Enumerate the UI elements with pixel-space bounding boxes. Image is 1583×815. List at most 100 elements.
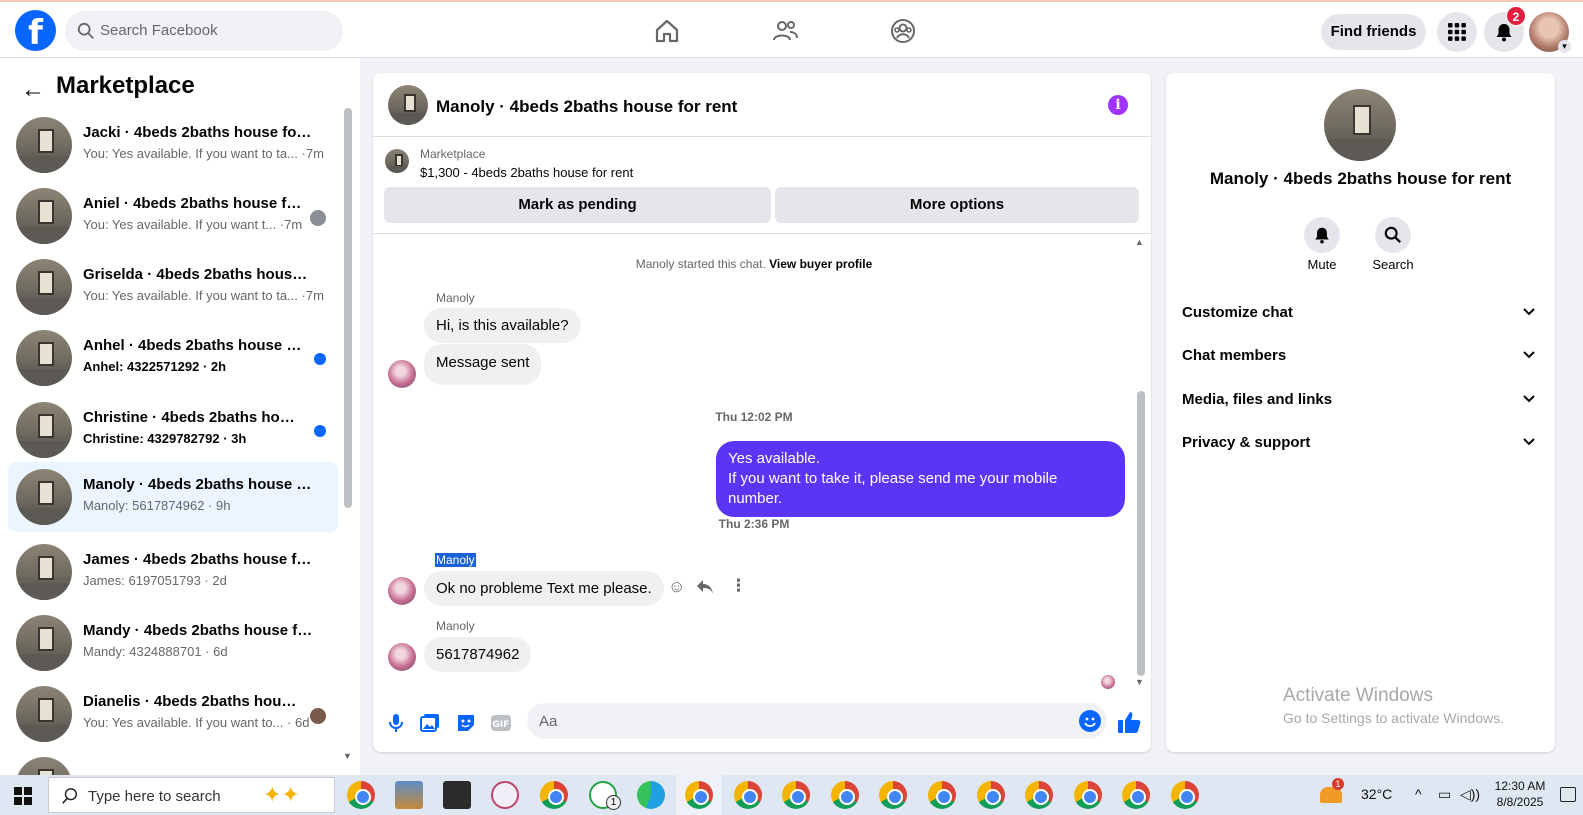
friends-icon[interactable] — [771, 17, 799, 45]
listing-thumbnail — [16, 402, 72, 458]
bell-icon — [1315, 227, 1329, 244]
incoming-message[interactable]: Hi, is this available? — [424, 308, 581, 343]
volume-icon[interactable]: ◁)) — [1460, 786, 1480, 803]
taskbar-search[interactable]: Type here to search ✦✦ — [48, 777, 335, 813]
conversation-item[interactable]: Griselda · 4beds 2baths house for rent Y… — [8, 252, 338, 322]
snipping-tool-icon[interactable] — [491, 781, 519, 809]
search-input[interactable]: Search Facebook — [100, 22, 218, 39]
unread-dot — [314, 353, 326, 365]
more-options-button[interactable]: More options — [775, 187, 1139, 223]
search-in-chat-button[interactable] — [1375, 217, 1411, 253]
chrome-icon[interactable] — [782, 781, 810, 809]
chrome-icon[interactable] — [879, 781, 907, 809]
conversation-preview: You: Yes available. If you want to ta...… — [83, 288, 324, 303]
chrome-icon[interactable] — [977, 781, 1005, 809]
activate-windows-watermark: Activate Windows — [1283, 685, 1433, 706]
microphone-icon[interactable] — [385, 712, 407, 734]
mark-as-pending-button[interactable]: Mark as pending — [384, 187, 771, 223]
conversation-preview: Christine: 4329782792 · 3h — [83, 431, 247, 446]
back-arrow-icon[interactable]: ← — [21, 76, 45, 104]
conversation-preview: Manoly: 5617874962 · 9h — [83, 498, 231, 513]
chrome-icon[interactable] — [831, 781, 859, 809]
more-actions-icon[interactable]: ⋮ — [730, 576, 747, 596]
chrome-icon[interactable] — [1122, 781, 1150, 809]
thumbs-up-icon[interactable] — [1116, 709, 1142, 735]
outgoing-message[interactable]: Yes available. If you want to take it, p… — [716, 441, 1125, 517]
chat-members-row[interactable]: Chat members — [1182, 336, 1539, 376]
message-composer[interactable]: Aa — [527, 703, 1107, 739]
svg-text:GIF: GIF — [493, 720, 510, 730]
info-icon[interactable]: i — [1108, 95, 1128, 115]
network-icon[interactable]: ▭ — [1438, 786, 1451, 803]
chrome-icon[interactable] — [1074, 781, 1102, 809]
sender-avatar[interactable] — [388, 360, 416, 388]
scroll-up-arrow-icon[interactable]: ▲ — [1135, 237, 1144, 247]
groups-icon[interactable] — [889, 17, 917, 45]
customize-chat-row[interactable]: Customize chat — [1182, 293, 1539, 333]
reply-icon[interactable] — [696, 579, 714, 595]
chat-avatar[interactable] — [388, 85, 428, 125]
incoming-message[interactable]: Ok no probleme Text me please. — [424, 571, 664, 606]
conversation-preview: You: Yes available. If you want to... · … — [83, 715, 310, 730]
incoming-message[interactable]: 5617874962 — [424, 637, 532, 672]
incoming-message[interactable]: Message sent — [424, 344, 542, 385]
conversation-preview: Mandy: 4324888701 · 6d — [83, 644, 228, 659]
conversation-preview: James: 6197051793 · 2d — [83, 573, 227, 588]
conversation-name: Griselda · 4beds 2baths house for rent — [83, 266, 315, 283]
conversation-item[interactable]: Jacki · 4beds 2baths house for rent You:… — [8, 110, 338, 180]
chrome-icon[interactable] — [1025, 781, 1053, 809]
scroll-down-arrow-icon[interactable]: ▼ — [343, 751, 352, 761]
sender-avatar[interactable] — [388, 643, 416, 671]
message-input[interactable]: Aa — [539, 713, 557, 730]
chevron-up-icon[interactable]: ^ — [1415, 786, 1422, 802]
listing-avatar[interactable] — [1324, 89, 1396, 161]
sender-avatar[interactable] — [388, 577, 416, 605]
chevron-down-icon[interactable]: ▾ — [1558, 40, 1571, 53]
system-clock[interactable]: 12:30 AM 8/8/2025 — [1490, 778, 1550, 810]
chat-title[interactable]: Manoly · 4beds 2baths house for rent — [436, 97, 737, 117]
chrome-icon[interactable] — [734, 781, 762, 809]
view-buyer-profile-link[interactable]: View buyer profile — [769, 257, 872, 271]
chrome-icon[interactable] — [540, 781, 568, 809]
conversation-item[interactable]: Dianelis · 4beds 2baths house for rent Y… — [8, 679, 338, 749]
privacy-support-row[interactable]: Privacy & support — [1182, 423, 1539, 463]
edge-icon[interactable] — [637, 781, 665, 809]
listing-summary[interactable]: $1,300 - 4beds 2baths house for rent — [420, 165, 633, 180]
facebook-logo[interactable]: f — [15, 10, 56, 53]
sticky-notes-icon[interactable] — [443, 781, 471, 809]
left-scrollbar[interactable] — [344, 108, 352, 508]
mute-button[interactable] — [1304, 217, 1340, 253]
listing-thumbnail[interactable] — [385, 149, 409, 173]
chrome-icon[interactable] — [347, 781, 375, 809]
home-icon[interactable] — [653, 17, 681, 45]
conversation-item[interactable] — [8, 750, 338, 775]
windows-start-icon[interactable] — [14, 787, 32, 805]
sparkle-icon: ✦✦ — [263, 782, 300, 807]
conversation-item[interactable]: Anhel · 4beds 2baths house for rent Anhe… — [8, 323, 338, 393]
conversation-item-active[interactable]: Manoly · 4beds 2baths house for rent Man… — [8, 462, 338, 532]
temperature[interactable]: 32°C — [1361, 786, 1392, 802]
conversation-item[interactable]: Christine · 4beds 2baths house for rent … — [8, 395, 338, 465]
search-bar[interactable]: Search Facebook — [65, 11, 343, 51]
listing-thumbnail — [16, 615, 72, 671]
chevron-down-icon — [1523, 395, 1535, 403]
listing-thumbnail — [16, 686, 72, 742]
photo-icon[interactable] — [419, 712, 441, 734]
chrome-icon[interactable] — [928, 781, 956, 809]
find-friends-button[interactable]: Find friends — [1321, 14, 1426, 50]
emoji-icon[interactable] — [1079, 710, 1101, 732]
chrome-icon[interactable] — [1171, 781, 1199, 809]
media-files-links-row[interactable]: Media, files and links — [1182, 380, 1539, 420]
chrome-icon[interactable] — [685, 781, 713, 809]
conversation-item[interactable]: James · 4beds 2baths house for rent Jame… — [8, 537, 338, 607]
chat-scrollbar[interactable] — [1137, 391, 1145, 676]
conversation-item[interactable]: Aniel · 4beds 2baths house for rent You:… — [8, 181, 338, 251]
conversation-item[interactable]: Mandy · 4beds 2baths house for rent Mand… — [8, 608, 338, 678]
react-emoji-icon[interactable]: ☺ — [668, 577, 685, 597]
game-app-icon[interactable] — [395, 781, 423, 809]
sticker-icon[interactable] — [455, 712, 477, 734]
menu-button[interactable] — [1437, 12, 1477, 52]
gif-icon[interactable]: GIF — [490, 712, 512, 734]
notification-center-icon[interactable] — [1560, 787, 1576, 802]
scroll-down-arrow-icon[interactable]: ▼ — [1135, 677, 1144, 687]
